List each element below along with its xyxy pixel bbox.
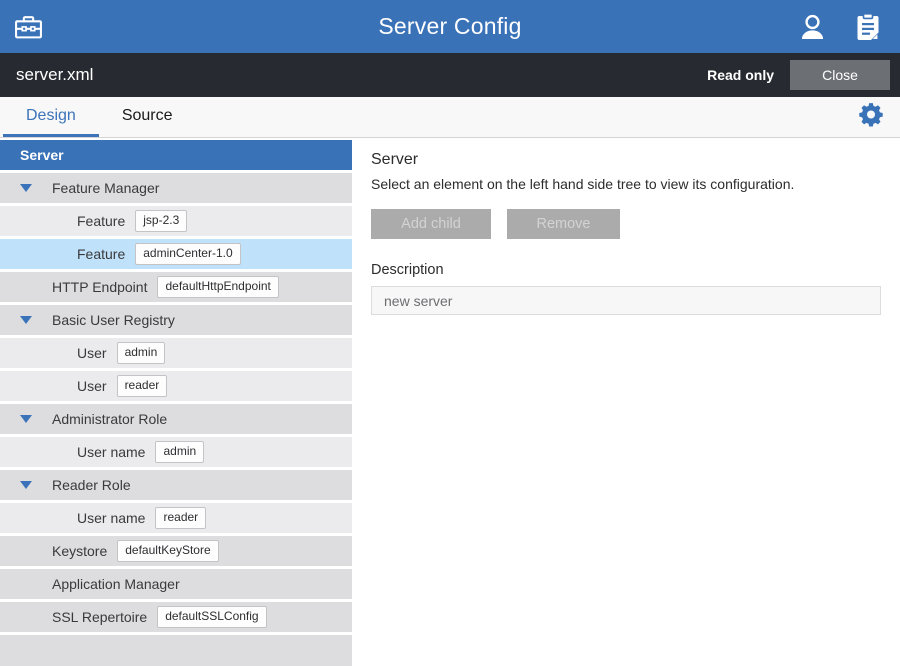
tree-item-label: User (77, 345, 107, 361)
tree-item-badge: defaultHttpEndpoint (157, 276, 278, 297)
tree-item-label: Feature Manager (52, 180, 159, 196)
file-bar: server.xml Read only Close (0, 53, 900, 97)
tree-item-label: User (77, 378, 107, 394)
tree-item[interactable]: Feature adminCenter-1.0 (0, 239, 352, 269)
tree-item[interactable]: Basic User Registry (0, 305, 352, 335)
tree-item[interactable]: User name admin (0, 437, 352, 467)
description-input[interactable] (371, 286, 881, 315)
tree-item[interactable]: SSL Repertoire defaultSSLConfig (0, 602, 352, 632)
tree-item[interactable]: HTTP Endpoint defaultHttpEndpoint (0, 272, 352, 302)
gear-icon[interactable] (858, 102, 884, 133)
tree-item-badge: admin (155, 441, 204, 462)
tree-item[interactable]: Reader Role (0, 470, 352, 500)
tree-item[interactable]: Keystore defaultKeyStore (0, 536, 352, 566)
tree-item-badge: adminCenter-1.0 (135, 243, 240, 264)
header-actions (799, 13, 880, 41)
detail-panel: Server Select an element on the left han… (352, 138, 900, 666)
close-button[interactable]: Close (790, 60, 890, 90)
tree-item-label: Basic User Registry (52, 312, 175, 328)
tree-item-badge: defaultSSLConfig (157, 606, 266, 627)
tree-item-label: SSL Repertoire (52, 609, 147, 625)
detail-title: Server (371, 151, 881, 169)
tree-item-label: Server (20, 147, 64, 163)
tree-item[interactable]: Feature jsp-2.3 (0, 206, 352, 236)
toolbox-icon[interactable] (14, 14, 43, 39)
tree-item-label: User name (77, 510, 145, 526)
tree-item-badge: reader (117, 375, 168, 396)
tree-item[interactable]: Feature Manager (0, 173, 352, 203)
caret-down-icon[interactable] (20, 184, 32, 192)
file-name: server.xml (16, 65, 93, 85)
tab-bar: Design Source (0, 97, 900, 138)
tree-item-badge: defaultKeyStore (117, 540, 218, 561)
clipboard-icon[interactable] (856, 13, 880, 41)
tree-item-badge: admin (117, 342, 166, 363)
main-content: Server Feature ManagerFeaturejsp-2.3Feat… (0, 138, 900, 666)
tree-item-badge: reader (155, 507, 206, 528)
detail-instruction: Select an element on the left hand side … (371, 176, 881, 192)
tree-item-label: User name (77, 444, 145, 460)
caret-down-icon[interactable] (20, 415, 32, 423)
remove-button[interactable]: Remove (507, 209, 620, 239)
tree-empty-row (0, 635, 352, 666)
caret-down-icon[interactable] (20, 481, 32, 489)
tree-item-badge: jsp-2.3 (135, 210, 187, 231)
tree-item-label: Keystore (52, 543, 107, 559)
server-config-app: Server Config (0, 0, 900, 666)
tree-item[interactable]: User name reader (0, 503, 352, 533)
tree-item[interactable]: Application Manager (0, 569, 352, 599)
tree-item-label: Feature (77, 213, 125, 229)
tree-item[interactable]: User reader (0, 371, 352, 401)
config-tree: Server Feature ManagerFeaturejsp-2.3Feat… (0, 138, 352, 666)
tab-source[interactable]: Source (99, 97, 196, 137)
tree-item[interactable]: Administrator Role (0, 404, 352, 434)
tree-item-label: Reader Role (52, 477, 131, 493)
app-header: Server Config (0, 0, 900, 53)
tab-design[interactable]: Design (3, 97, 99, 137)
tree-item-label: Application Manager (52, 576, 180, 592)
tree-item-server-root[interactable]: Server (0, 140, 352, 170)
read-only-badge: Read only (707, 67, 774, 83)
detail-actions: Add child Remove (371, 209, 881, 239)
page-title: Server Config (0, 13, 900, 40)
file-bar-actions: Read only Close (707, 60, 890, 90)
user-icon[interactable] (799, 13, 826, 40)
caret-down-icon[interactable] (20, 316, 32, 324)
add-child-button[interactable]: Add child (371, 209, 491, 239)
description-label: Description (371, 262, 881, 278)
tree-item-label: HTTP Endpoint (52, 279, 147, 295)
tree-item-label: Feature (77, 246, 125, 262)
tree-item[interactable]: User admin (0, 338, 352, 368)
tree-item-label: Administrator Role (52, 411, 167, 427)
